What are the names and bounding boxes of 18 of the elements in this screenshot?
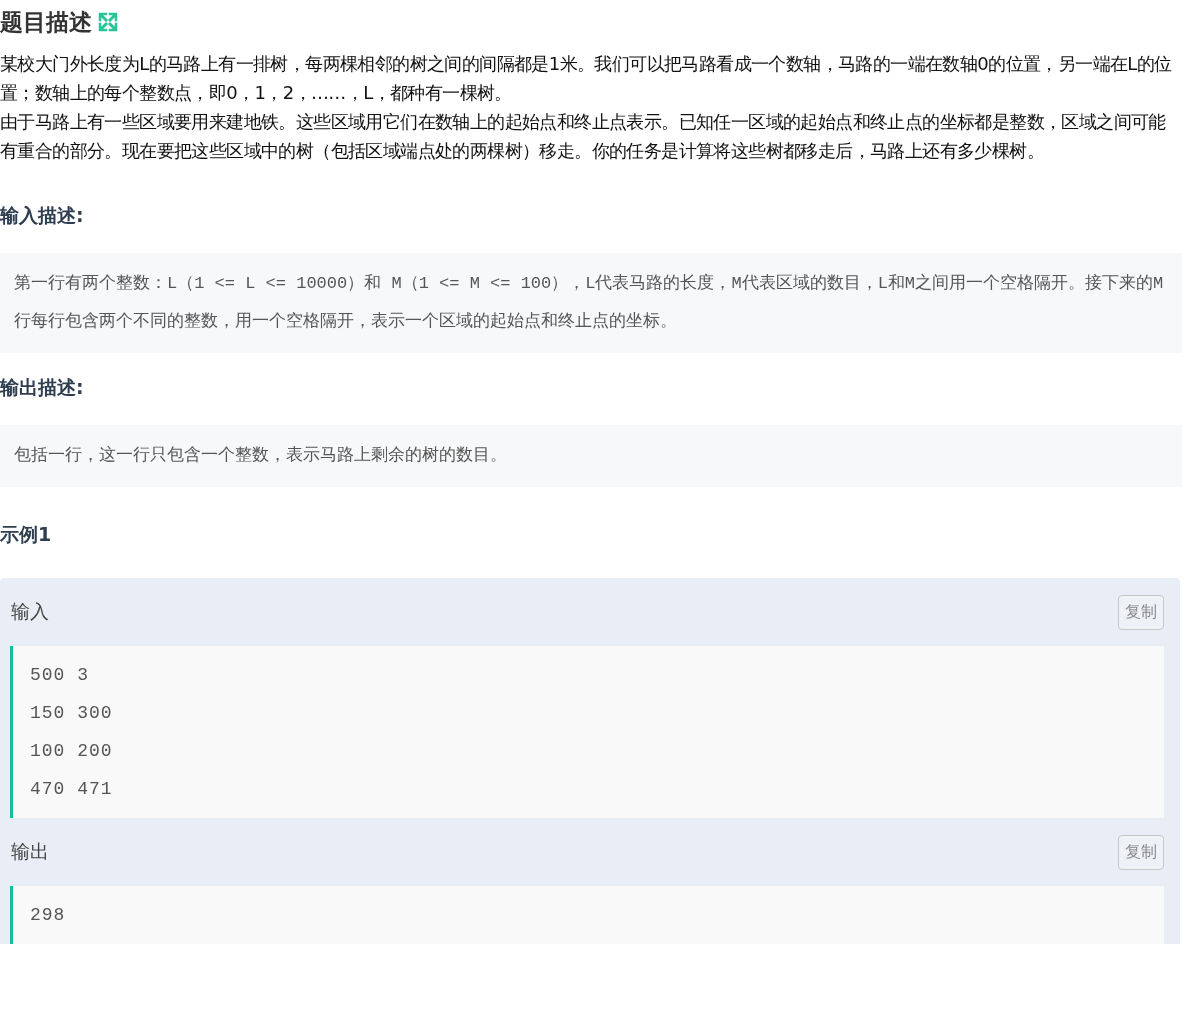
code-line: 470 471 (30, 778, 114, 801)
example-label: 输出 (10, 839, 49, 864)
expand-icon[interactable] (98, 12, 118, 32)
code-line: 500 3 (30, 664, 90, 687)
copy-button[interactable]: 复制 (1118, 834, 1164, 870)
section-heading: 输出描述: (0, 375, 85, 400)
description-paragraph: 由于马路上有一些区域要用来建地铁。这些区域用它们在数轴上的起始点和终止点表示。已知任一区域的起始点和终止点的坐标都是整数，区域之间可能有重合的部分。现在要把这些区域中的树（包括区域端点处的两棵树）移走。你的任务是计算将这些树都移走后，马路上还有多少棵树。 (0, 110, 1167, 163)
code-line: 100 200 (30, 740, 114, 763)
example-heading: 示例1 (0, 522, 53, 547)
output-description-box: 包括一行，这一行只包含一个整数，表示马路上剩余的树的数目。 (0, 425, 1182, 487)
code-line: 150 300 (30, 702, 114, 725)
code-line: 298 (30, 904, 67, 927)
copy-button[interactable]: 复制 (1118, 594, 1164, 630)
section-title: 题目描述 (0, 7, 92, 37)
section-heading: 输入描述: (0, 203, 85, 228)
input-description-box: 第一行有两个整数：L（1 <= L <= 10000）和 M（1 <= M <= 100），L代表马路的长度，M代表区域的数目，L和M之间用一个空格隔开。接下来的M行每行包含两个不同的整数，用一个空格隔开，表示一个区域的起始点和终止点的坐标。 (0, 253, 1182, 353)
description-paragraph: 某校大门外长度为L的马路上有一排树，每两棵相邻的树之间的间隔都是1米。我们可以把马路看成一个数轴，马路的一端在数轴0的位置，另一端在L的位置；数轴上的每个整数点，即0，1，2，……，L，都种有一棵树。 (0, 52, 1173, 105)
example-label: 输入 (10, 599, 49, 624)
